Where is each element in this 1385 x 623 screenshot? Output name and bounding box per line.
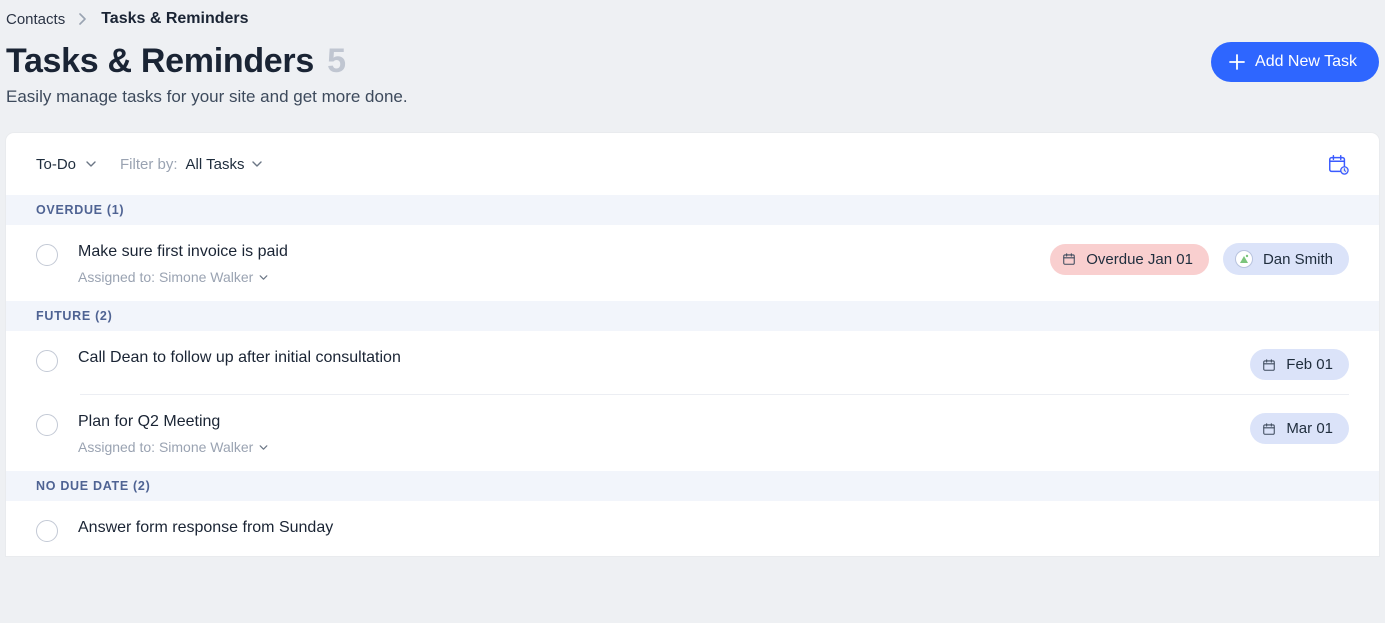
- chevron-down-icon: [259, 275, 268, 280]
- view-dropdown-label: To-Do: [36, 156, 76, 173]
- tasks-panel: To-Do Filter by: All Tasks OVERDUE (1): [6, 133, 1379, 556]
- plus-icon: [1229, 54, 1245, 70]
- section-header-no-due-date: NO DUE DATE (2): [6, 471, 1379, 501]
- filter-by-label: Filter by:: [120, 156, 178, 173]
- task-checkbox[interactable]: [36, 414, 58, 436]
- view-dropdown[interactable]: To-Do: [36, 156, 96, 173]
- task-title[interactable]: Answer form response from Sunday: [78, 519, 1349, 537]
- assigned-to-label: Assigned to: Simone Walker: [78, 439, 253, 455]
- calendar-icon: [1062, 252, 1076, 266]
- page-subtitle: Easily manage tasks for your site and ge…: [6, 87, 408, 107]
- due-date-text: Feb 01: [1286, 356, 1333, 373]
- task-count: 5: [327, 42, 346, 80]
- task-right: Overdue Jan 01 Dan Smith: [1050, 243, 1349, 275]
- due-date-pill[interactable]: Feb 01: [1250, 349, 1349, 380]
- assigned-to-label: Assigned to: Simone Walker: [78, 269, 253, 285]
- page-title: Tasks & Reminders 5: [6, 42, 408, 81]
- section-header-future: FUTURE (2): [6, 301, 1379, 331]
- contact-name: Dan Smith: [1263, 251, 1333, 268]
- task-title[interactable]: Make sure first invoice is paid: [78, 243, 1030, 261]
- task-body: Make sure first invoice is paid Assigned…: [78, 243, 1030, 287]
- page-header: Tasks & Reminders 5 Easily manage tasks …: [0, 36, 1385, 107]
- chevron-down-icon: [259, 445, 268, 450]
- due-date-pill[interactable]: Mar 01: [1250, 413, 1349, 444]
- panel-toolbar: To-Do Filter by: All Tasks: [6, 133, 1379, 195]
- avatar: [1235, 250, 1253, 268]
- contact-pill[interactable]: Dan Smith: [1223, 243, 1349, 275]
- task-title[interactable]: Call Dean to follow up after initial con…: [78, 349, 1230, 367]
- due-date-pill-overdue[interactable]: Overdue Jan 01: [1050, 244, 1209, 275]
- chevron-down-icon: [86, 161, 96, 167]
- task-checkbox[interactable]: [36, 350, 58, 372]
- breadcrumb-current: Tasks & Reminders: [101, 10, 248, 28]
- task-body: Call Dean to follow up after initial con…: [78, 349, 1230, 367]
- due-date-text: Mar 01: [1286, 420, 1333, 437]
- breadcrumb: Contacts Tasks & Reminders: [0, 0, 1385, 36]
- task-title[interactable]: Plan for Q2 Meeting: [78, 413, 1230, 431]
- task-row: Make sure first invoice is paid Assigned…: [6, 225, 1379, 301]
- chevron-down-icon: [252, 161, 262, 167]
- task-right: Feb 01: [1250, 349, 1349, 380]
- task-checkbox[interactable]: [36, 520, 58, 542]
- task-row: Call Dean to follow up after initial con…: [6, 331, 1379, 394]
- assigned-to-dropdown[interactable]: Assigned to: Simone Walker: [78, 269, 268, 285]
- calendar-icon: [1262, 358, 1276, 372]
- breadcrumb-parent-link[interactable]: Contacts: [6, 11, 65, 28]
- calendar-icon: [1262, 422, 1276, 436]
- filter-dropdown[interactable]: All Tasks: [186, 156, 263, 173]
- chevron-right-icon: [79, 13, 87, 25]
- calendar-view-button[interactable]: [1327, 153, 1349, 175]
- assigned-to-dropdown[interactable]: Assigned to: Simone Walker: [78, 439, 268, 455]
- section-header-overdue: OVERDUE (1): [6, 195, 1379, 225]
- task-body: Answer form response from Sunday: [78, 519, 1349, 537]
- due-date-text: Overdue Jan 01: [1086, 251, 1193, 268]
- task-right: Mar 01: [1250, 413, 1349, 444]
- task-checkbox[interactable]: [36, 244, 58, 266]
- add-new-task-button[interactable]: Add New Task: [1211, 42, 1379, 82]
- task-body: Plan for Q2 Meeting Assigned to: Simone …: [78, 413, 1230, 457]
- task-row: Plan for Q2 Meeting Assigned to: Simone …: [6, 395, 1379, 471]
- filter-dropdown-label: All Tasks: [186, 156, 245, 173]
- title-block: Tasks & Reminders 5 Easily manage tasks …: [6, 42, 408, 107]
- page-title-text: Tasks & Reminders: [6, 42, 314, 80]
- add-new-task-label: Add New Task: [1255, 53, 1357, 71]
- task-row: Answer form response from Sunday: [6, 501, 1379, 556]
